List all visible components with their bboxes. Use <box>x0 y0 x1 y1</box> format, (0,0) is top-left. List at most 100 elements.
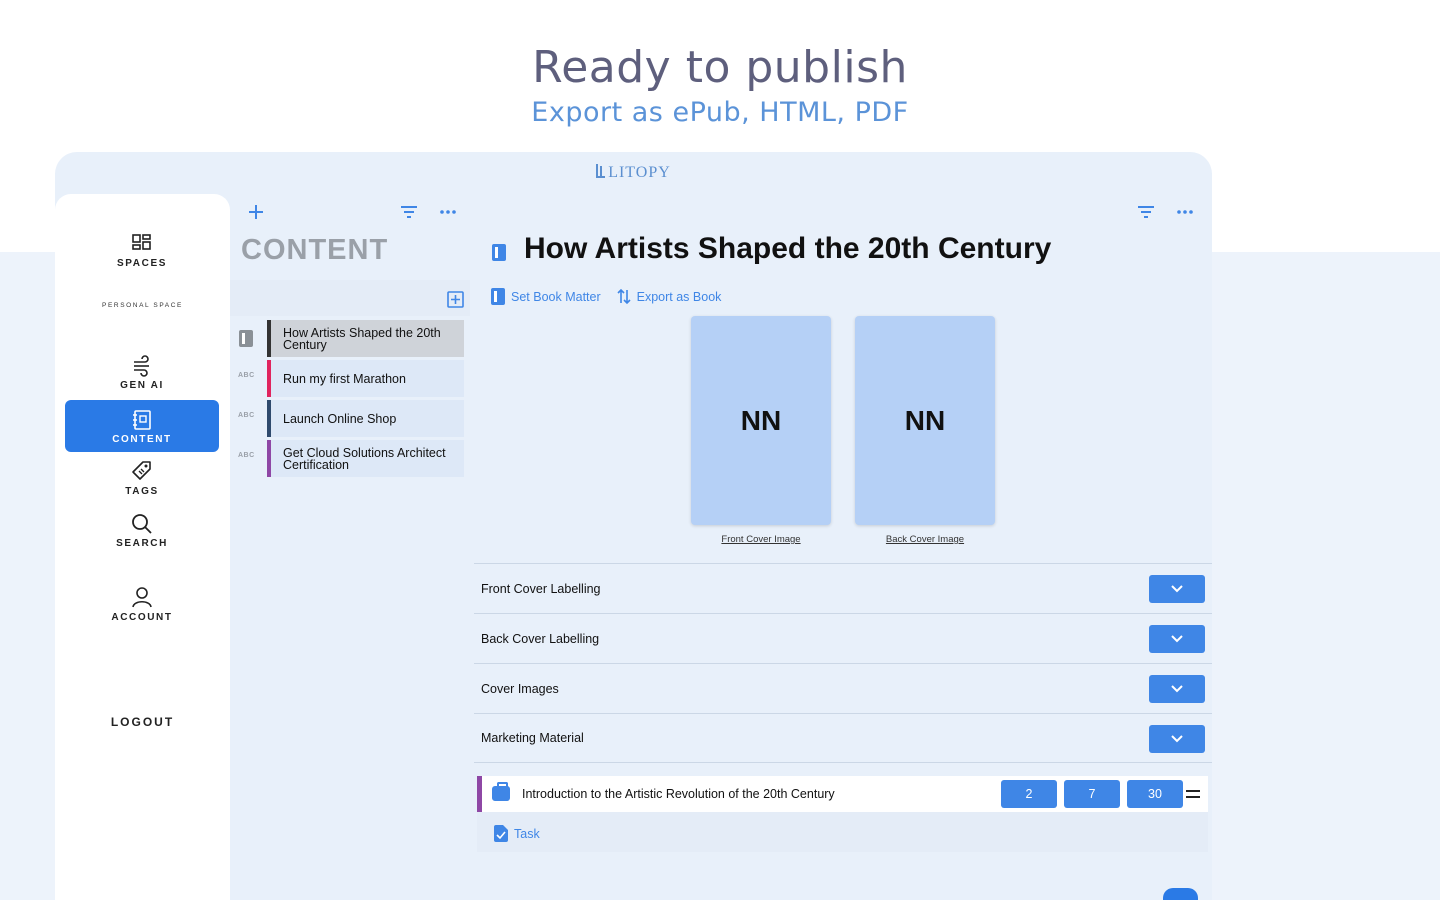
document-actions: Set Book Matter Export as Book <box>491 288 721 305</box>
section-label: Front Cover Labelling <box>481 581 601 596</box>
section-back-cover-labelling[interactable]: Back Cover Labelling <box>474 613 1212 663</box>
task-doc-icon <box>494 825 508 842</box>
drag-handle-icon[interactable] <box>1186 790 1200 798</box>
chevron-down-icon <box>1171 685 1183 693</box>
front-cover-image[interactable]: NN <box>691 316 831 525</box>
list-item-card[interactable]: How Artists Shaped the 20th Century <box>267 320 464 357</box>
content-heading: CONTENT <box>241 234 389 266</box>
book-icon <box>239 330 253 347</box>
set-book-matter-label: Set Book Matter <box>511 289 601 304</box>
back-cover-caption[interactable]: Back Cover Image <box>855 534 995 545</box>
list-item[interactable]: ABC Run my first Marathon <box>230 360 470 397</box>
task-title: Introduction to the Artistic Revolution … <box>522 787 835 801</box>
section-marketing-material[interactable]: Marketing Material <box>474 713 1212 763</box>
hero-subtitle: Export as ePub, HTML, PDF <box>531 97 909 128</box>
more-horizontal-icon <box>440 210 456 214</box>
book-icon <box>492 244 506 261</box>
add-content-button[interactable] <box>246 202 266 222</box>
export-as-book-label: Export as Book <box>636 289 722 304</box>
personal-space-label: PERSONAL SPACE <box>102 302 183 309</box>
nav-item-search[interactable]: SEARCH <box>65 512 219 564</box>
logout-button[interactable]: LOGOUT <box>55 715 230 729</box>
task-link[interactable]: Task <box>494 825 540 842</box>
task-subrow: Task <box>477 812 1208 852</box>
expand-button[interactable] <box>1149 575 1205 603</box>
count-badge[interactable]: 7 <box>1064 780 1120 808</box>
tag-icon <box>132 461 151 480</box>
document-panel: How Artists Shaped the 20th Century Set … <box>474 194 1212 900</box>
app-brand: LITOPY <box>55 164 1212 182</box>
abc-icon: ABC <box>238 372 255 379</box>
list-more-button[interactable] <box>438 202 458 222</box>
back-cover-image[interactable]: NN <box>855 316 995 525</box>
list-item[interactable]: ABC Launch Online Shop <box>230 400 470 437</box>
nav-item-content[interactable]: CONTENT <box>65 400 219 452</box>
document-title: How Artists Shaped the 20th Century <box>524 232 1052 265</box>
section-label: Back Cover Labelling <box>481 631 600 646</box>
chevron-down-icon <box>1171 735 1183 743</box>
expand-button[interactable] <box>1149 625 1205 653</box>
list-item-card[interactable]: Run my first Marathon <box>267 360 464 397</box>
wind-icon <box>134 355 149 377</box>
task-row[interactable]: Introduction to the Artistic Revolution … <box>477 776 1208 812</box>
plus-icon <box>249 205 263 219</box>
chevron-down-icon <box>1171 635 1183 643</box>
filter-icon <box>401 206 417 218</box>
list-item-label: Get Cloud Solutions Architect Certificat… <box>283 445 446 472</box>
nav-label-content: CONTENT <box>112 434 172 445</box>
notebook-icon <box>133 410 151 430</box>
brand-name: LITOPY <box>608 164 671 181</box>
user-icon <box>132 587 152 608</box>
content-list-panel: CONTENT How Artists Shaped the 20th Cent… <box>230 194 470 900</box>
nav-item-account[interactable]: ACCOUNT <box>65 586 219 638</box>
export-as-book-button[interactable]: Export as Book <box>617 288 722 305</box>
app-window: LITOPY SPACES PERSONAL SPACE GEN AI CONT… <box>55 152 1212 900</box>
search-icon <box>132 514 152 534</box>
list-item-card[interactable]: Launch Online Shop <box>267 400 464 437</box>
list-item-label: How Artists Shaped the 20th Century <box>283 325 441 352</box>
nav-label-search: SEARCH <box>116 538 168 549</box>
nav-label-tags: TAGS <box>125 486 159 497</box>
filter-list-button[interactable] <box>399 202 419 222</box>
section-label: Marketing Material <box>481 731 584 745</box>
book-icon <box>491 288 505 305</box>
set-book-matter-button[interactable]: Set Book Matter <box>491 288 601 305</box>
list-item-card[interactable]: Get Cloud Solutions Architect Certificat… <box>267 440 464 477</box>
filter-document-button[interactable] <box>1136 202 1156 222</box>
front-cover-caption[interactable]: Front Cover Image <box>691 534 831 545</box>
list-item[interactable]: How Artists Shaped the 20th Century <box>230 320 470 357</box>
abc-icon: ABC <box>238 412 255 419</box>
section-cover-images[interactable]: Cover Images <box>474 663 1212 713</box>
count-badge[interactable]: 30 <box>1127 780 1183 808</box>
abc-icon: ABC <box>238 452 255 459</box>
nav-item-tags[interactable]: TAGS <box>65 460 219 512</box>
sidebar-nav: SPACES PERSONAL SPACE GEN AI CONTENT TAG… <box>55 194 230 900</box>
section-front-cover-labelling[interactable]: Front Cover Labelling <box>474 563 1212 613</box>
more-horizontal-icon <box>1177 210 1193 214</box>
filter-icon <box>1138 206 1154 218</box>
nav-item-spaces[interactable]: SPACES <box>65 232 219 284</box>
swap-vertical-icon <box>617 288 631 305</box>
count-badge[interactable]: 2 <box>1001 780 1057 808</box>
nav-label-account: ACCOUNT <box>111 612 173 623</box>
chevron-down-icon <box>1171 585 1183 593</box>
task-link-label: Task <box>514 826 540 841</box>
briefcase-icon <box>492 782 510 801</box>
expand-button[interactable] <box>1149 725 1205 753</box>
nav-label-spaces: SPACES <box>117 258 167 269</box>
section-label: Cover Images <box>481 681 559 696</box>
list-item-label: Launch Online Shop <box>283 411 397 426</box>
list-toolbar <box>230 280 470 316</box>
brand-logo-icon <box>596 164 606 178</box>
document-more-button[interactable] <box>1175 202 1195 222</box>
plus-square-icon <box>446 290 464 308</box>
expand-button[interactable] <box>1149 675 1205 703</box>
nav-label-gen-ai: GEN AI <box>120 380 164 391</box>
grid-icon <box>132 234 151 250</box>
floating-action-button[interactable] <box>1163 888 1198 900</box>
nav-item-gen-ai[interactable]: GEN AI <box>65 354 219 406</box>
list-item[interactable]: ABC Get Cloud Solutions Architect Certif… <box>230 440 470 477</box>
add-block-button[interactable] <box>446 290 464 308</box>
list-item-label: Run my first Marathon <box>283 371 406 386</box>
hero-title: Ready to publish <box>532 42 908 93</box>
